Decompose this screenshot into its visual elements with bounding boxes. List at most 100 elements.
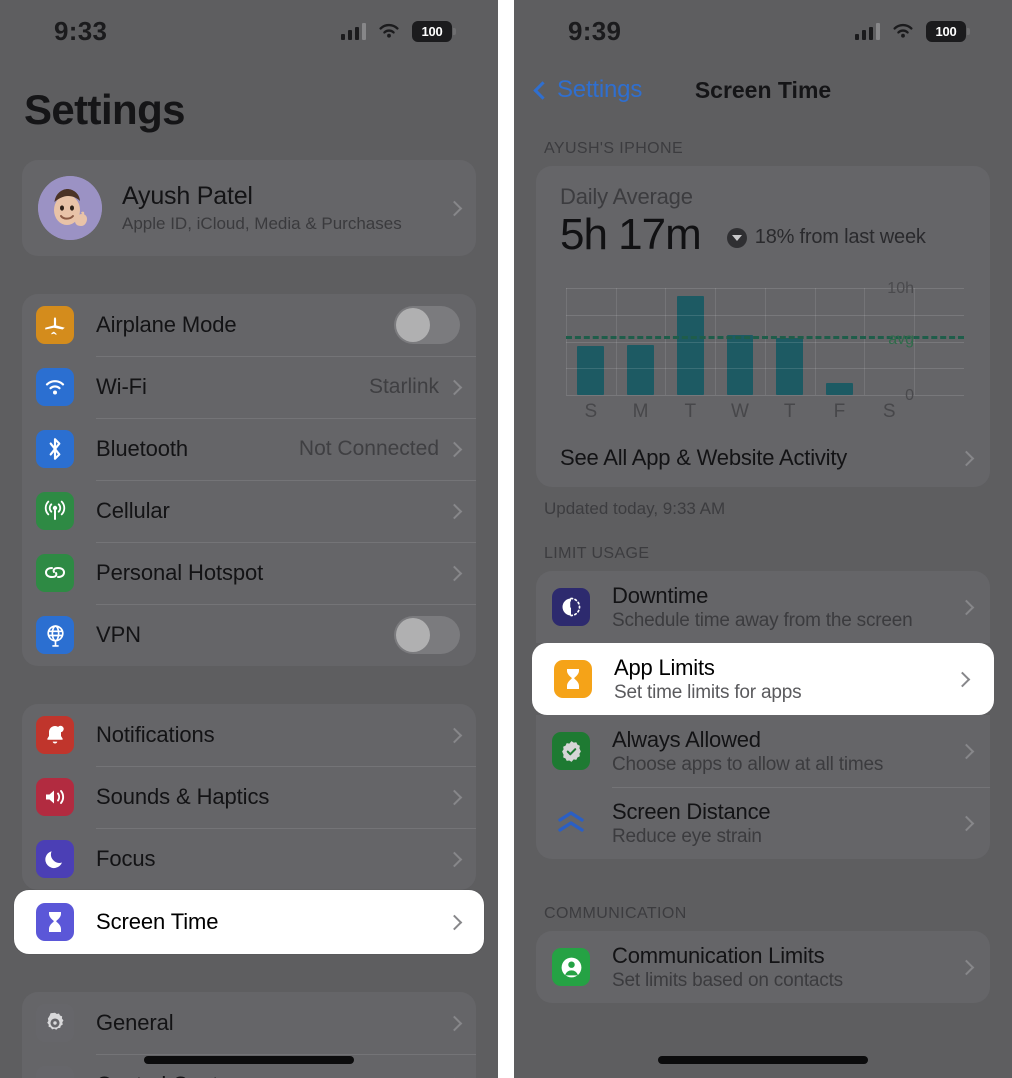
wifi-icon bbox=[891, 22, 915, 40]
row-downtime[interactable]: Downtime Schedule time away from the scr… bbox=[536, 571, 990, 643]
usage-bar-chart[interactable]: 10h avg 0 SMTWTFS bbox=[558, 274, 970, 429]
row-always-allowed-text: Always Allowed Choose apps to allow at a… bbox=[612, 727, 961, 776]
chevron-right-icon bbox=[446, 727, 463, 743]
profile-subtitle: Apple ID, iCloud, Media & Purchases bbox=[122, 214, 402, 233]
back-button[interactable]: Settings bbox=[533, 76, 642, 104]
settings-row-bluetooth[interactable]: Bluetooth Not Connected bbox=[22, 418, 476, 480]
chevron-right-icon bbox=[958, 599, 975, 615]
cellular-bars-icon bbox=[340, 22, 366, 40]
settings-row-label: Sounds & Haptics bbox=[96, 784, 270, 809]
moon-icon bbox=[36, 840, 74, 878]
chevron-right-icon bbox=[446, 789, 463, 805]
cellular-antenna-icon bbox=[36, 492, 74, 530]
chart-vgridline bbox=[615, 288, 617, 396]
chart-plot-area: 10h avg 0 bbox=[566, 280, 964, 404]
settings-row-value: Starlink bbox=[368, 375, 439, 398]
chart-vgridline bbox=[764, 288, 766, 396]
daily-average-line: 5h 17m 18% from last week bbox=[560, 211, 966, 258]
row-downtime-text: Downtime Schedule time away from the scr… bbox=[612, 583, 961, 632]
settings-row-label: Focus bbox=[96, 846, 156, 871]
right-phone-screen-time-screen: 9:39 100 Settings Screen Time AYUSH'S IP… bbox=[514, 0, 1012, 1078]
settings-row-label: General bbox=[96, 1010, 174, 1035]
chevron-right-icon bbox=[958, 815, 975, 831]
profile-name: Ayush Patel bbox=[122, 182, 253, 210]
row-communication-limits[interactable]: Communication Limits Set limits based on… bbox=[536, 931, 990, 1003]
chevron-right-icon bbox=[958, 450, 975, 466]
status-bar-indicators: 100 bbox=[340, 20, 456, 42]
limit-usage-bottom-group: Always Allowed Choose apps to allow at a… bbox=[536, 715, 990, 860]
checkmark-seal-icon bbox=[552, 732, 590, 771]
settings-group-screen-time: Screen Time bbox=[14, 890, 484, 954]
row-screen-distance[interactable]: Screen Distance Reduce eye strain bbox=[536, 787, 990, 859]
row-app-limits-text: App Limits Set time limits for apps bbox=[614, 655, 957, 704]
navigation-bar: Settings Screen Time bbox=[514, 62, 1012, 118]
settings-row-label: Personal Hotspot bbox=[96, 560, 264, 585]
settings-row-vpn[interactable]: VPN bbox=[22, 604, 476, 666]
settings-row-label: Control Center bbox=[96, 1072, 449, 1078]
profile-text: Ayush Patel Apple ID, iCloud, Media & Pu… bbox=[122, 182, 449, 234]
arrow-down-circle-icon bbox=[726, 227, 747, 248]
memoji-avatar bbox=[38, 176, 102, 240]
profile-row[interactable]: Ayush Patel Apple ID, iCloud, Media & Pu… bbox=[22, 160, 476, 256]
settings-group-connectivity: Airplane Mode Wi-Fi Starlink Bluetooth N… bbox=[22, 294, 476, 666]
limit-usage-header: LIMIT USAGE bbox=[544, 545, 650, 563]
row-app-limits[interactable]: App Limits Set time limits for apps bbox=[532, 643, 994, 716]
settings-row-cellular[interactable]: Cellular bbox=[22, 480, 476, 542]
communication-card: Communication Limits Set limits based on… bbox=[536, 931, 990, 1004]
chart-bar bbox=[776, 338, 804, 396]
status-bar-right: 9:39 100 bbox=[514, 0, 1012, 62]
chart-x-label: S bbox=[584, 401, 598, 423]
settings-row-focus[interactable]: Focus bbox=[22, 828, 476, 890]
row-communication-limits-text: Communication Limits Set limits based on… bbox=[612, 943, 961, 992]
downtime-moon-clock-icon bbox=[552, 588, 590, 627]
sidebar-item-screen-time[interactable]: Screen Time bbox=[14, 890, 484, 954]
row-always-allowed[interactable]: Always Allowed Choose apps to allow at a… bbox=[536, 715, 990, 787]
communication-header: COMMUNICATION bbox=[544, 905, 687, 923]
airplane-icon bbox=[36, 306, 74, 344]
settings-row-label: Screen Time bbox=[96, 909, 219, 934]
battery-level-text: 100 bbox=[935, 23, 957, 39]
chart-vgridline bbox=[864, 288, 866, 396]
chart-x-label: S bbox=[882, 401, 896, 423]
wifi-icon bbox=[36, 368, 74, 406]
daily-average-summary: Daily Average 5h 17m 18% from last week bbox=[536, 166, 990, 268]
chevron-right-icon bbox=[446, 200, 463, 216]
see-all-activity-label: See All App & Website Activity bbox=[560, 445, 848, 471]
chevron-right-icon bbox=[954, 671, 971, 687]
settings-row-airplane-mode[interactable]: Airplane Mode bbox=[22, 294, 476, 356]
settings-row-label: Notifications bbox=[96, 722, 215, 747]
chart-vgridline bbox=[665, 288, 667, 396]
daily-average-label: Daily Average bbox=[560, 184, 693, 209]
settings-group-general: General Control Center bbox=[22, 992, 476, 1078]
row-title: Always Allowed bbox=[612, 726, 761, 752]
see-all-activity-row[interactable]: See All App & Website Activity bbox=[536, 429, 990, 487]
chart-y-label-avg: avg bbox=[888, 330, 914, 348]
settings-row-notifications[interactable]: Notifications bbox=[22, 704, 476, 766]
person-circle-icon bbox=[552, 948, 590, 987]
chart-y-label-max: 10h bbox=[887, 280, 914, 298]
hotspot-link-icon bbox=[36, 554, 74, 592]
page-title: Settings bbox=[24, 86, 185, 133]
row-subtitle: Reduce eye strain bbox=[612, 825, 762, 847]
chevron-right-icon bbox=[446, 441, 463, 457]
row-title: App Limits bbox=[614, 654, 715, 680]
settings-row-sounds-haptics[interactable]: Sounds & Haptics bbox=[22, 766, 476, 828]
settings-row-general[interactable]: General bbox=[22, 992, 476, 1054]
settings-row-wifi[interactable]: Wi-Fi Starlink bbox=[22, 356, 476, 418]
settings-row-label: Wi-Fi bbox=[96, 374, 147, 399]
settings-page: Settings Ayush Patel Apple ID, iCloud, M… bbox=[0, 86, 498, 1078]
chevron-right-icon bbox=[446, 1015, 463, 1031]
profile-card: Ayush Patel Apple ID, iCloud, Media & Pu… bbox=[22, 160, 476, 256]
status-bar-time: 9:39 bbox=[568, 15, 622, 46]
row-screen-distance-text: Screen Distance Reduce eye strain bbox=[612, 799, 961, 848]
speaker-icon bbox=[36, 778, 74, 816]
settings-group-system: Notifications Sounds & Haptics Focus bbox=[22, 704, 476, 890]
chart-vgridline bbox=[814, 288, 816, 396]
device-section-header: AYUSH'S IPHONE bbox=[544, 140, 684, 157]
chevron-right-icon bbox=[958, 743, 975, 759]
weekly-delta-text: 18% from last week bbox=[754, 226, 926, 249]
settings-row-personal-hotspot[interactable]: Personal Hotspot bbox=[22, 542, 476, 604]
vpn-toggle[interactable] bbox=[394, 616, 460, 654]
airplane-mode-toggle[interactable] bbox=[394, 306, 460, 344]
updated-timestamp: Updated today, 9:33 AM bbox=[544, 499, 726, 519]
